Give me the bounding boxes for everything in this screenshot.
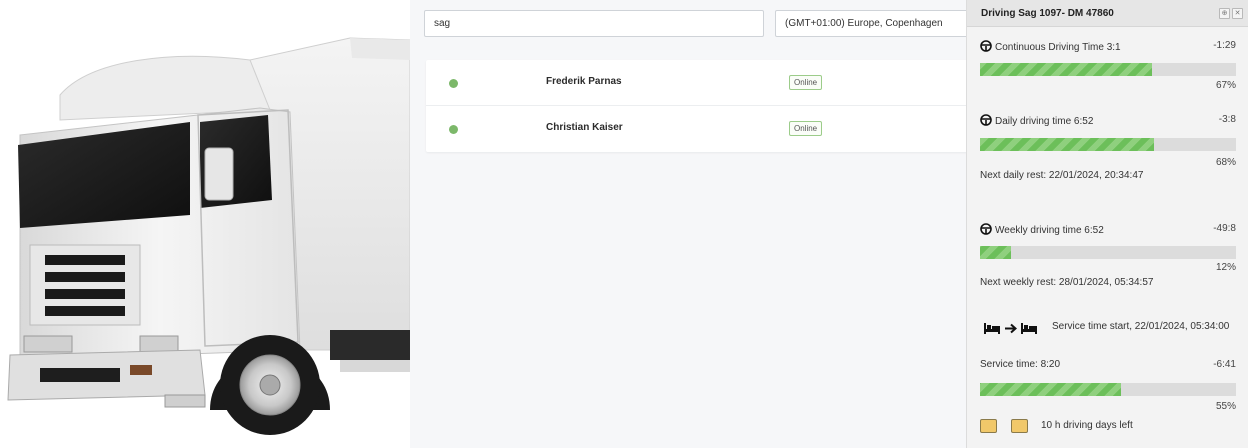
weekly-percent: 12% [1215, 262, 1236, 273]
driving-day-box[interactable] [980, 419, 997, 433]
driver-name: Frederik Parnas [546, 76, 622, 87]
list-item[interactable]: Frederik Parnas Online [426, 60, 971, 106]
daily-driving-label: Daily driving time 6:52 [980, 114, 1093, 127]
daily-percent: 68% [1215, 157, 1236, 168]
continuous-progress-bar [980, 63, 1236, 76]
steering-wheel-icon [980, 40, 992, 52]
driver-list-area: (GMT+01:00) Europe, Copenhagen Frederik … [410, 0, 975, 448]
pin-icon[interactable]: ⊕ [1219, 8, 1230, 19]
steering-wheel-icon [980, 223, 992, 235]
continuous-percent: 67% [1215, 80, 1236, 91]
driving-time-panel: Driving Sag 1097- DM 47860 ⊕ ✕ Continuou… [966, 0, 1248, 448]
steering-wheel-icon [980, 114, 992, 126]
service-time-delta: -6:41 [1213, 359, 1236, 370]
weekly-driving-delta: -49:8 [1213, 223, 1236, 234]
driver-list: Frederik Parnas Online Christian Kaiser … [426, 60, 971, 152]
truck-illustration [7, 37, 410, 435]
bed-to-bed-icon [984, 322, 1038, 337]
weekly-driving-label: Weekly driving time 6:52 [980, 223, 1104, 236]
driving-day-box[interactable] [1011, 419, 1028, 433]
panel-header: Driving Sag 1097- DM 47860 ⊕ ✕ [967, 0, 1248, 27]
status-badge: Online [789, 75, 823, 90]
online-status-dot [449, 125, 458, 134]
service-time-label: Service time: 8:20 [980, 359, 1061, 370]
service-start-text: Service time start, 22/01/2024, 05:34:00 [1052, 321, 1230, 332]
next-weekly-rest: Next weekly rest: 28/01/2024, 05:34:57 [980, 277, 1154, 288]
driver-name: Christian Kaiser [546, 122, 623, 133]
online-status-dot [449, 79, 458, 88]
next-daily-rest: Next daily rest: 22/01/2024, 20:34:47 [980, 170, 1144, 181]
close-icon[interactable]: ✕ [1232, 8, 1243, 19]
service-progress-bar [980, 383, 1236, 396]
weekly-progress-bar [980, 246, 1236, 259]
timezone-select[interactable]: (GMT+01:00) Europe, Copenhagen [775, 10, 975, 37]
status-badge: Online [789, 121, 823, 136]
list-item[interactable]: Christian Kaiser Online [426, 106, 971, 152]
driving-days-left: 10 h driving days left [1041, 420, 1133, 431]
service-percent: 55% [1215, 401, 1236, 412]
daily-progress-bar [980, 138, 1236, 151]
search-input[interactable] [424, 10, 764, 37]
continuous-driving-delta: -1:29 [1213, 40, 1236, 51]
continuous-driving-label: Continuous Driving Time 3:1 [980, 40, 1121, 53]
panel-title: Driving Sag 1097- DM 47860 [981, 8, 1114, 19]
daily-driving-delta: -3:8 [1218, 114, 1236, 125]
